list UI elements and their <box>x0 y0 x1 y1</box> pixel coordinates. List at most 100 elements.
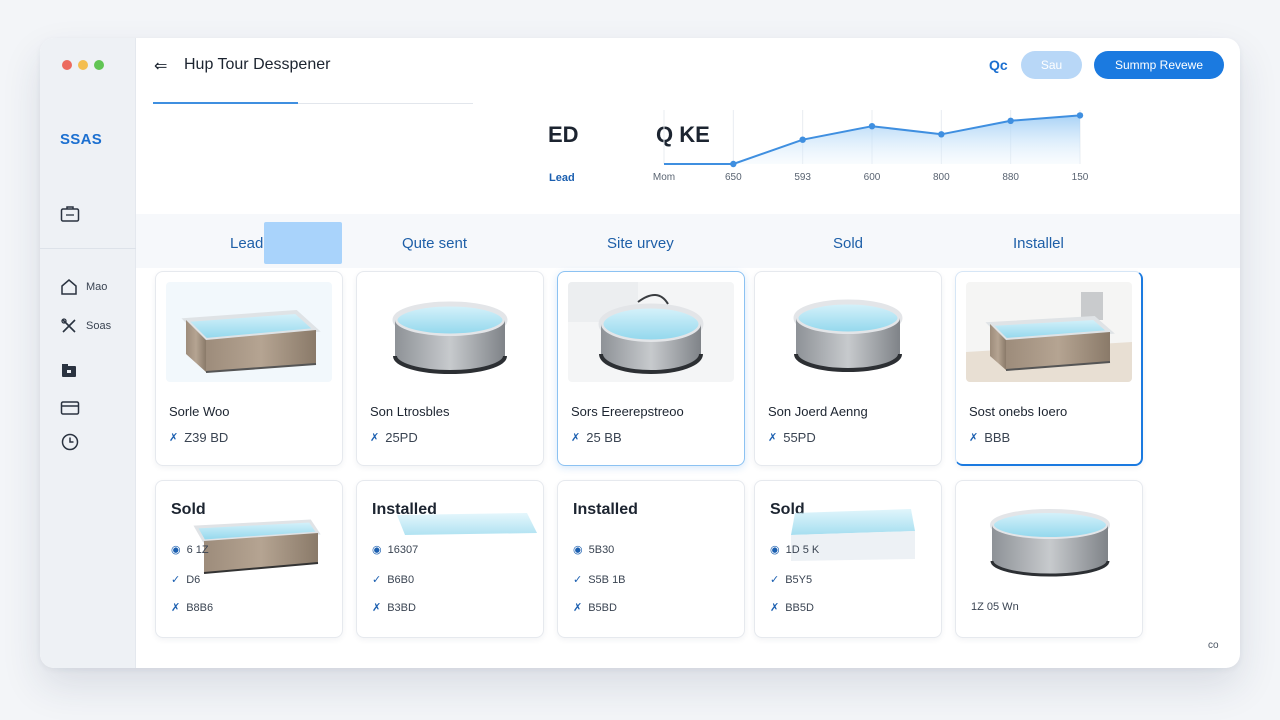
back-arrow-icon[interactable]: ⇐ <box>154 56 167 76</box>
close-window-button[interactable] <box>62 60 72 70</box>
sidebar-item-label: Soas <box>86 320 112 332</box>
meta-line: ✓ B5Y5 <box>770 573 812 587</box>
tag-icon: ✗ <box>571 432 581 444</box>
meta-line: ✓ B6B0 <box>372 573 414 587</box>
meta-line: ✗ BB5D <box>770 601 814 615</box>
info-icon: ◉ <box>573 544 583 556</box>
water-image <box>397 513 537 535</box>
hot-tub-image <box>966 282 1132 382</box>
tab-installed[interactable]: Installel <box>1013 235 1064 252</box>
product-price: ✗ Z39 BD <box>169 430 228 445</box>
meta-value: 1Z 05 Wn <box>971 601 1019 613</box>
sidebar-item-label: Mao <box>86 281 108 293</box>
chart-tick-label: 150 <box>1072 172 1089 183</box>
tab-site-survey[interactable]: Site urvey <box>607 235 674 252</box>
product-card-selected[interactable]: Sors Ereerepstreoo ✗ 25 BB <box>557 271 745 466</box>
product-price: ✗ 25PD <box>370 430 418 445</box>
minimize-window-button[interactable] <box>78 60 88 70</box>
meta-value: BB5D <box>785 601 814 614</box>
meta-line: 1Z 05 Wn <box>971 601 1019 613</box>
meta-value: B3BD <box>387 601 416 614</box>
meta-line: ◉ 6 1Z <box>171 543 209 557</box>
chart-point <box>868 123 876 130</box>
tab-sold[interactable]: Sold <box>833 235 863 252</box>
stat-value-a: ED <box>548 122 579 147</box>
tab-quote-sent[interactable]: Qute sent <box>402 235 467 252</box>
chart-point <box>730 160 737 168</box>
status-card[interactable]: Installed ◉ 5B30 ✓ S5B 1B ✗ B5BD <box>557 480 745 638</box>
home-icon <box>61 279 77 295</box>
sidebar-item-mao[interactable]: Mao <box>60 278 107 296</box>
header-link[interactable]: Qc <box>989 57 1008 73</box>
tag-icon: ✗ <box>768 432 778 444</box>
tag-icon: ✗ <box>169 432 179 444</box>
footer-corner-text: co <box>1208 640 1219 651</box>
chart-point <box>1007 117 1014 124</box>
status-card[interactable]: 1Z 05 Wn <box>955 480 1143 638</box>
brand-logo: SSAS <box>60 131 103 148</box>
product-name: Sorle Woo <box>169 404 230 419</box>
price-value: 25 BB <box>586 430 622 445</box>
summary-review-button[interactable]: Summp Revewe <box>1094 51 1224 79</box>
product-price: ✗ 55PD <box>768 430 816 445</box>
chart-tick-label: Mom <box>653 172 675 183</box>
product-card[interactable]: Son Ltrosbles ✗ 25PD <box>356 271 544 466</box>
briefcase-icon[interactable] <box>60 204 82 224</box>
meta-value: 6 1Z <box>186 543 209 556</box>
meta-value: D6 <box>186 573 201 586</box>
product-card[interactable]: Son Joerd Aenng ✗ 55PD <box>754 271 942 466</box>
tag-icon: ✗ <box>372 602 382 614</box>
hot-tub-image <box>568 282 734 382</box>
status-card[interactable]: Sold ◉ 6 1Z ✓ D6 ✗ B8B6 <box>155 480 343 638</box>
meta-value: 16307 <box>387 543 419 556</box>
status-card[interactable]: Installed ◉ 16307 ✓ B6B0 ✗ B3BD <box>356 480 544 638</box>
chart-tick-label: 650 <box>725 172 742 183</box>
stat-label-a: Lead <box>549 172 575 184</box>
tab-lead[interactable]: Lead <box>230 235 263 252</box>
tag-icon: ✗ <box>573 602 583 614</box>
hot-tub-image <box>166 282 332 382</box>
meta-line: ✓ S5B 1B <box>573 573 626 587</box>
info-icon: ◉ <box>171 544 181 556</box>
meta-value: 1D 5 K <box>785 543 820 556</box>
status-title: Installed <box>573 501 638 518</box>
card-icon[interactable] <box>60 398 82 418</box>
page-title: Hup Tour Desspener <box>184 56 331 73</box>
status-card[interactable]: Sold ◉ 1D 5 K ✓ B5Y5 ✗ BB5D <box>754 480 942 638</box>
meta-line: ✗ B3BD <box>372 601 416 615</box>
product-name: Son Ltrosbles <box>370 404 450 419</box>
chart-point <box>938 131 945 138</box>
tag-icon: ✗ <box>171 602 181 614</box>
product-price: ✗ 25 BB <box>571 430 622 445</box>
tools-icon <box>61 318 76 333</box>
check-icon: ✓ <box>573 574 583 586</box>
product-card[interactable]: Sorle Woo ✗ Z39 BD <box>155 271 343 466</box>
meta-line: ◉ 5B30 <box>573 543 614 557</box>
tag-icon: ✗ <box>370 432 380 444</box>
check-icon: ✓ <box>171 574 181 586</box>
meta-value: S5B 1B <box>588 573 626 586</box>
product-card-active[interactable]: Sost onebs Ioero ✗ BBB <box>955 271 1143 466</box>
product-name: Sost onebs Ioero <box>969 404 1068 419</box>
sidebar: SSAS Mao Soas <box>40 38 136 668</box>
sidebar-divider <box>40 248 136 249</box>
folder-icon[interactable] <box>60 360 82 380</box>
meta-value: B8B6 <box>186 601 214 614</box>
info-icon: ◉ <box>372 544 382 556</box>
sidebar-item-soas[interactable]: Soas <box>60 317 111 335</box>
meta-line: ✓ D6 <box>171 573 201 587</box>
check-icon: ✓ <box>372 574 382 586</box>
product-name: Son Joerd Aenng <box>768 404 868 419</box>
chart-point <box>1076 112 1084 119</box>
chart-point <box>799 136 806 143</box>
clock-icon[interactable] <box>60 432 82 452</box>
meta-line: ✗ B8B6 <box>171 601 214 615</box>
tag-icon: ✗ <box>969 432 979 444</box>
save-button[interactable]: Sau <box>1021 51 1082 79</box>
product-name: Sors Ereerepstreoo <box>571 404 684 419</box>
chart-tick-label: 600 <box>864 172 881 183</box>
price-value: 25PD <box>385 430 418 445</box>
hot-tub-image <box>990 509 1110 577</box>
header-active-indicator <box>153 102 298 104</box>
maximize-window-button[interactable] <box>94 60 104 70</box>
